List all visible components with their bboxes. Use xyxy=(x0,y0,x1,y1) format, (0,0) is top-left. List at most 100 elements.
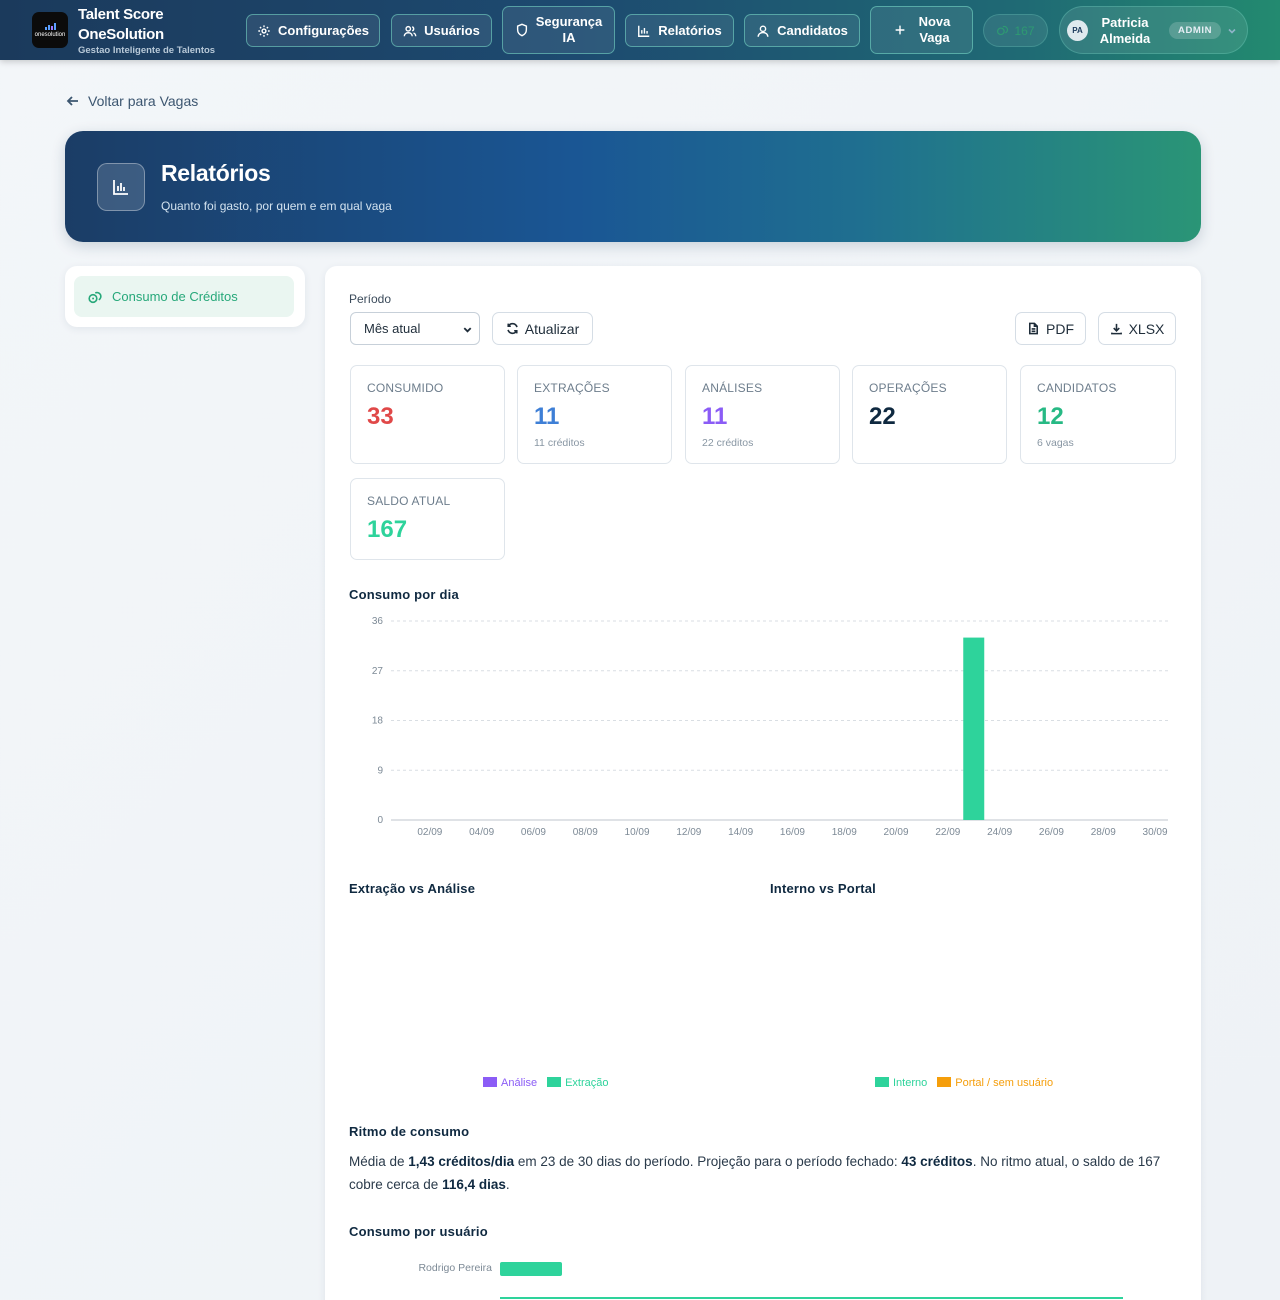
stat-value: 167 xyxy=(367,516,408,543)
user-chart-axis xyxy=(500,1297,1123,1299)
legend-label: Análise xyxy=(501,1077,538,1089)
stat-label: CANDIDATOS xyxy=(1037,381,1117,395)
nav-settings-button[interactable]: Configurações xyxy=(246,14,380,47)
user-icon xyxy=(757,24,769,37)
x-tick-label: 26/09 xyxy=(1039,827,1064,838)
period-select-value: Mês atual xyxy=(364,321,421,336)
role-badge: ADMIN xyxy=(1169,22,1222,39)
y-tick-label: 36 xyxy=(372,616,384,627)
user-menu[interactable]: PA Patricia Almeida ADMIN xyxy=(1059,6,1248,54)
file-icon xyxy=(1028,322,1039,335)
pace-text-2: em 23 de 30 dias do período. Projeção pa… xyxy=(514,1154,902,1169)
by-user-title: Consumo por usuário xyxy=(349,1224,488,1239)
y-tick-label: 9 xyxy=(377,765,383,776)
x-tick-label: 18/09 xyxy=(832,827,857,838)
brand-logo[interactable]: onesolution xyxy=(32,12,68,48)
report-panel: Período Mês atual Atualizar PDF XLSX CON… xyxy=(325,266,1201,1300)
nav-reports-label: Relatórios xyxy=(658,23,722,38)
stat-label: SALDO ATUAL xyxy=(367,494,451,508)
x-tick-label: 12/09 xyxy=(676,827,701,838)
legend-label: Portal / sem usuário xyxy=(955,1077,1054,1089)
x-tick-label: 04/09 xyxy=(469,827,494,838)
coins-icon xyxy=(88,291,102,303)
stat-card-analyses: ANÁLISES 11 22 créditos xyxy=(685,365,840,464)
export-xlsx-button[interactable]: XLSX xyxy=(1098,312,1176,345)
extraction-analysis-legend: Análise Extração xyxy=(483,1077,609,1089)
pace-average: 1,43 créditos/dia xyxy=(408,1154,515,1169)
refresh-label: Atualizar xyxy=(524,320,580,337)
nav-users-label: Usuários xyxy=(424,23,480,38)
back-link-label: Voltar para Vagas xyxy=(88,93,199,109)
stat-card-operations: OPERAÇÕES 22 xyxy=(852,365,1007,464)
stat-label: OPERAÇÕES xyxy=(869,381,947,395)
page-title: Relatórios xyxy=(161,160,271,186)
stat-label: EXTRAÇÕES xyxy=(534,381,610,395)
nav-security-ai-label: Segurança IA xyxy=(536,14,602,46)
nav-security-label-l2: IA xyxy=(562,30,576,45)
plus-icon xyxy=(895,25,904,35)
stat-sub: 6 vagas xyxy=(1037,437,1074,449)
x-tick-label: 24/09 xyxy=(987,827,1012,838)
stat-value: 33 xyxy=(367,403,394,430)
y-tick-label: 0 xyxy=(377,815,383,826)
stat-card-balance: SALDO ATUAL 167 xyxy=(350,478,505,560)
stat-sub: 11 créditos xyxy=(534,437,585,449)
export-xlsx-label: XLSX xyxy=(1128,320,1165,337)
stat-card-extractions: EXTRAÇÕES 11 11 créditos xyxy=(517,365,672,464)
credits-balance-badge[interactable]: 167 xyxy=(983,14,1048,47)
x-tick-label: 22/09 xyxy=(935,827,960,838)
back-to-jobs-link[interactable]: Voltar para Vagas xyxy=(66,93,198,109)
nav-security-ai-button[interactable]: Segurança IA xyxy=(502,6,615,54)
page-header-banner: Relatórios Quanto foi gasto, por quem e … xyxy=(65,131,1201,242)
stat-value: 11 xyxy=(702,403,728,430)
logo-text: onesolution xyxy=(34,32,66,38)
stat-value: 12 xyxy=(1037,403,1064,430)
export-pdf-label: PDF xyxy=(1046,320,1074,337)
shield-icon xyxy=(516,23,527,37)
coins-icon xyxy=(997,25,1009,36)
legend-item-analysis: Análise xyxy=(483,1077,537,1089)
x-tick-label: 06/09 xyxy=(521,827,546,838)
stat-card-consumed: CONSUMIDO 33 xyxy=(350,365,505,464)
nav-candidates-label: Candidatos xyxy=(777,23,848,38)
sidebar-item-credit-consumption[interactable]: Consumo de Créditos xyxy=(74,276,294,317)
nav-users-button[interactable]: Usuários xyxy=(391,14,492,47)
x-tick-label: 14/09 xyxy=(728,827,753,838)
internal-vs-portal-title: Interno vs Portal xyxy=(770,881,876,896)
arrow-left-icon xyxy=(66,96,78,106)
page-subtitle: Quanto foi gasto, por quem e em qual vag… xyxy=(161,199,392,213)
stat-value: 22 xyxy=(869,403,896,430)
stat-label: ANÁLISES xyxy=(702,381,763,395)
x-tick-label: 08/09 xyxy=(573,827,598,838)
y-tick-label: 27 xyxy=(372,666,384,677)
chevron-down-icon xyxy=(463,327,472,333)
x-tick-label: 30/09 xyxy=(1143,827,1168,838)
x-tick-label: 16/09 xyxy=(780,827,805,838)
x-tick-label: 28/09 xyxy=(1091,827,1116,838)
nav-settings-label: Configurações xyxy=(277,23,369,38)
y-tick-label: 18 xyxy=(372,716,384,727)
nav-candidates-button[interactable]: Candidatos xyxy=(744,14,860,47)
user-last-name: Almeida xyxy=(1099,31,1151,46)
brand-line1: Talent Score xyxy=(78,6,164,23)
chevron-down-icon xyxy=(1226,24,1238,36)
user-first-name: Patricia xyxy=(1101,15,1149,30)
legend-label: Interno xyxy=(893,1077,928,1089)
nav-security-label-l1: Segurança xyxy=(535,14,603,29)
nav-reports-button[interactable]: Relatórios xyxy=(625,14,734,47)
brand-tagline: Gestao Inteligente de Talentos xyxy=(78,45,216,56)
brand-line2: OneSolution xyxy=(78,26,164,43)
x-tick-label: 02/09 xyxy=(417,827,442,838)
top-navbar: onesolution Talent Score OneSolution Ges… xyxy=(0,0,1280,60)
x-tick-label: 10/09 xyxy=(625,827,650,838)
stat-sub: 22 créditos xyxy=(702,437,754,449)
stat-value: 11 xyxy=(534,403,560,430)
export-pdf-button[interactable]: PDF xyxy=(1015,312,1086,345)
legend-item-internal: Interno xyxy=(875,1077,927,1089)
daily-chart-title: Consumo por dia xyxy=(349,587,459,602)
refresh-button[interactable]: Atualizar xyxy=(492,312,593,345)
nav-new-job-button[interactable]: Nova Vaga xyxy=(870,6,973,54)
brand-name: Talent Score OneSolution Gestao Intelige… xyxy=(78,5,215,56)
period-select[interactable]: Mês atual xyxy=(350,312,480,345)
bar-chart-icon xyxy=(638,25,650,37)
